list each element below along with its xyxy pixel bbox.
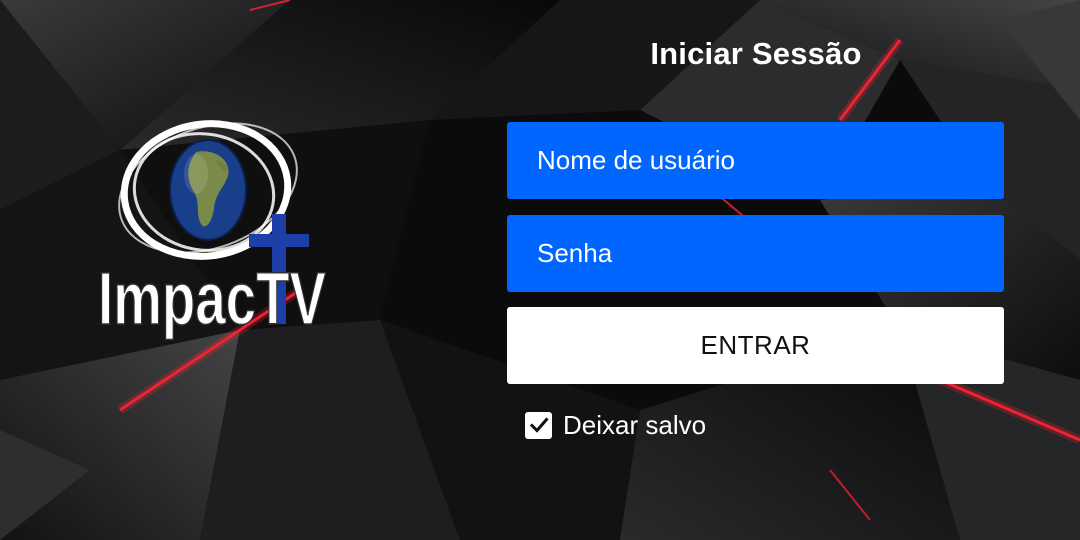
password-input[interactable]: [507, 215, 1004, 292]
checkmark-icon: [529, 417, 549, 433]
globe-icon: [169, 139, 247, 241]
username-input[interactable]: [507, 122, 1004, 199]
checkbox-box[interactable]: [525, 411, 552, 439]
impactv-logo: ImpacTV: [97, 120, 327, 341]
logo-text: ImpacTV: [98, 257, 326, 340]
enter-button[interactable]: ENTRAR: [507, 307, 1004, 384]
login-screen: ImpacTV Iniciar Sessão ENTRAR Deixar sal…: [0, 0, 1080, 540]
remember-me-checkbox[interactable]: Deixar salvo: [525, 408, 706, 442]
remember-me-label: Deixar salvo: [563, 409, 707, 440]
page-title: Iniciar Sessão: [650, 36, 862, 71]
